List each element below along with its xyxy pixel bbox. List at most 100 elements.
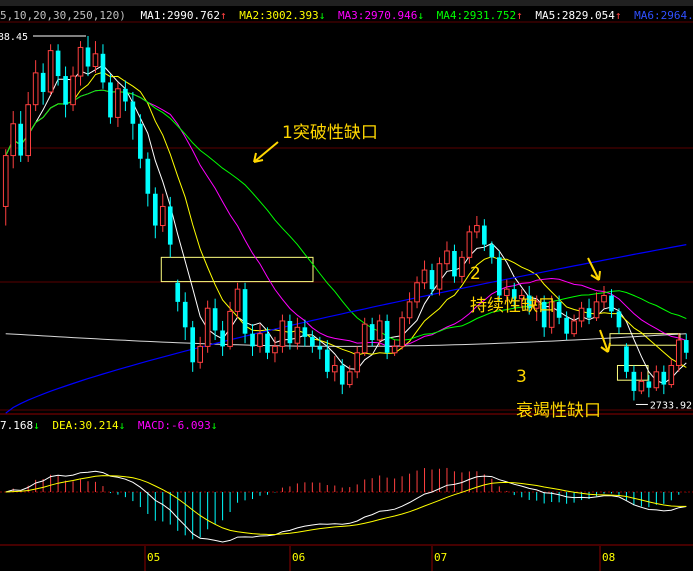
ma-params: 5,10,20,30,250,120) (0, 9, 126, 22)
ma3-value: 2970.946 (364, 9, 418, 22)
candle-body (92, 53, 99, 68)
candle-body (302, 327, 308, 337)
ma6-label: MA6: (634, 9, 661, 22)
chart-canvas: 05 06 07 08 3288.45 2733.92 (0, 21, 693, 571)
candle-body (668, 364, 675, 386)
candle-body (631, 371, 637, 391)
candle-body (108, 82, 113, 118)
exhaustion-gap-number: 3 (516, 367, 527, 387)
candle-body (324, 349, 330, 372)
arrow-icon (599, 329, 611, 353)
ma6-value: 2964.438 (660, 9, 693, 22)
candle-body (123, 88, 128, 102)
candle-body (234, 288, 241, 312)
candle-body (227, 310, 233, 347)
candle-body (115, 88, 121, 118)
candle-body (496, 257, 502, 296)
candle-body (265, 333, 270, 353)
candle-body (2, 155, 9, 207)
candle-body (212, 308, 218, 331)
macd-info-bar: 7.168↓ DEA:30.214↓ MACD:-6.093↓ (0, 419, 217, 432)
candle-body (675, 339, 682, 366)
ma3-label: MA3: (337, 9, 365, 22)
ma1-value: 2990.762 (166, 9, 220, 22)
candle-body (317, 346, 323, 350)
candle-body (406, 301, 413, 319)
up-arrow-icon: ↑ (219, 9, 227, 22)
breakaway-gap-box (160, 256, 314, 283)
candle-body (18, 123, 24, 156)
candle-body (564, 317, 569, 334)
candle-body (190, 327, 196, 363)
candle-body (294, 326, 301, 344)
candle-body (638, 380, 645, 392)
candle-body (571, 320, 577, 335)
grid-lines (0, 21, 693, 546)
candle-body (152, 193, 158, 226)
candle-body (624, 346, 629, 372)
candle-body (459, 256, 465, 277)
ma-info-bar: 5,10,20,30,250,120) MA1:2990.762↑ MA2:30… (0, 9, 693, 22)
ma1-line (5, 64, 687, 384)
ma2-line (5, 71, 687, 368)
dif-value: 7.168 (0, 419, 34, 432)
candle-body (593, 301, 600, 319)
candle-body (466, 231, 473, 258)
candle-body (601, 295, 607, 303)
candle-body (310, 336, 315, 347)
dea-value: 30.214 (78, 419, 119, 432)
month-label: 07 (434, 551, 447, 564)
candle-body (391, 345, 398, 354)
candle-body (40, 72, 46, 92)
dif-line (5, 470, 687, 543)
candle-body (167, 206, 173, 245)
extreme-markers: 3288.45 2733.92 (0, 32, 692, 411)
candle-body (287, 320, 293, 344)
candle-body (421, 269, 428, 284)
candle-body (384, 320, 390, 353)
candle-body (242, 289, 248, 334)
candle-body (616, 311, 622, 328)
ma4-label: MA4: (436, 9, 464, 22)
ma5-value: 2829.054 (561, 9, 615, 22)
month-label: 05 (147, 551, 160, 564)
candle-body (339, 365, 345, 385)
breakaway-gap-label: 1突破性缺口 (282, 123, 378, 143)
ma4-value: 2931.752 (463, 9, 517, 22)
candle-body (346, 371, 353, 386)
candle-body (414, 282, 420, 303)
down-arrow-icon: ↓ (118, 419, 126, 432)
candle-body (354, 352, 361, 373)
candle-body (25, 104, 31, 157)
candle-body (444, 250, 450, 265)
candle-body (32, 72, 39, 106)
candle-body (130, 101, 136, 124)
dea-line (5, 475, 687, 536)
candle-body (646, 381, 652, 388)
exhaustion-gap-label: 衰竭性缺口 (516, 401, 601, 421)
ma2-label: MA2: (239, 9, 266, 22)
up-arrow-icon: ↑ (516, 9, 523, 22)
candle-body (279, 320, 286, 347)
candle-body (683, 340, 689, 353)
candle-body (331, 364, 338, 373)
candle-body (452, 250, 457, 277)
continuation-gap-number: 2 (470, 264, 481, 284)
candle-body (578, 307, 585, 322)
candle-body (489, 244, 495, 258)
candle-body (159, 205, 166, 227)
candle-body (586, 308, 592, 318)
top-toolbar-strip (0, 0, 693, 6)
x-axis: 05 06 07 08 (144, 546, 615, 571)
candle-body (145, 158, 151, 194)
ma5-label: MA5: (535, 9, 562, 22)
candle-body (85, 47, 91, 67)
candle-body (138, 123, 143, 159)
down-arrow-icon: ↓ (318, 9, 326, 22)
candle-body (257, 333, 263, 347)
candle-body (175, 282, 181, 302)
low-marker-label: 2733.92 (650, 400, 692, 411)
candle-body (55, 50, 61, 77)
candle-body (369, 324, 375, 341)
ma1-label: MA1: (140, 9, 167, 22)
